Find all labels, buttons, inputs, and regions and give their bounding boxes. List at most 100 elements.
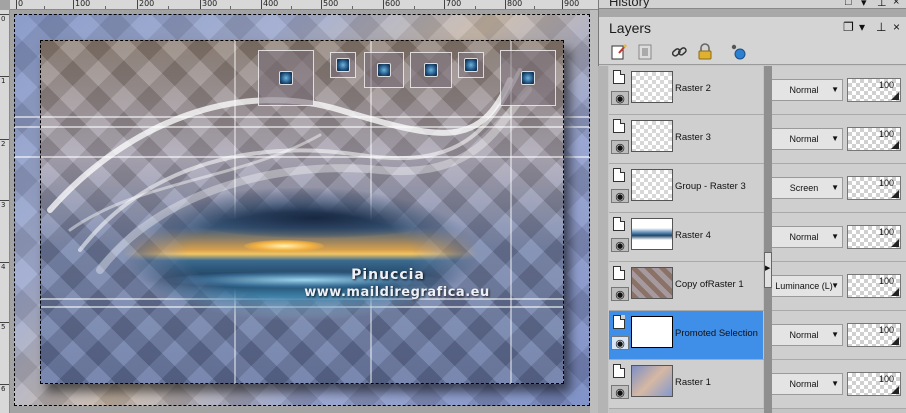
layer-row[interactable]: ◉ Raster 1 Normal ▼ 100 [609,360,906,409]
layer-info[interactable]: ◉ Raster 3 [609,115,763,163]
visibility-eye-icon[interactable]: ◉ [611,336,629,350]
layer-type-icon [613,168,625,182]
ruler-label: 800 [507,0,523,8]
layer-name: Raster 4 [675,230,711,241]
visibility-eye-icon[interactable]: ◉ [611,140,629,154]
ruler-label: 3 [1,201,6,209]
opacity-field[interactable]: 100 [847,323,901,347]
ornament-icon [464,58,478,72]
opacity-field[interactable]: 100 [847,176,901,200]
layer-type-icon [613,364,625,378]
layer-info[interactable]: ◉ Raster 4 [609,213,763,261]
blend-mode-dropdown[interactable]: Luminance (L) ▼ [771,275,843,297]
layers-title: Layers [609,20,652,36]
opacity-field[interactable]: 100 [847,127,901,151]
layers-toolbar [599,39,906,65]
layers-panel: History □ ▾ ⊥ × Layers ❐ ▾ ⊥ × ◉ Raster … [598,0,906,413]
opacity-slider-handle[interactable] [891,92,899,100]
blend-mode-dropdown[interactable]: Normal ▼ [771,324,843,346]
ruler-label: 900 [564,0,580,8]
layer-thumbnail [631,218,673,250]
watermark-name: Pinuccia [351,267,425,283]
opacity-field[interactable]: 100 [847,78,901,102]
visibility-eye-icon[interactable]: ◉ [611,287,629,301]
layer-info[interactable]: ◉ Raster 2 [609,66,763,114]
new-mask-layer-button[interactable] [635,42,655,62]
decor-thumbnail [410,52,452,88]
ruler-label: 5 [1,323,6,331]
close-icon[interactable]: × [893,20,900,34]
opacity-slider-handle[interactable] [891,190,899,198]
layer-type-icon [613,119,625,133]
layer-info[interactable]: ◉ Raster 1 [609,360,763,408]
opacity-slider-handle[interactable] [891,288,899,296]
layer-row[interactable]: ◉ Raster 2 Normal ▼ 100 [609,66,906,115]
canvas-area[interactable]: 0 100 200 300 400 500 600 700 800 900 0 … [0,0,598,413]
opacity-field[interactable]: 100 [847,372,901,396]
layer-info[interactable]: ◉ Copy ofRaster 1 [609,262,763,310]
history-title: History [609,0,650,9]
opacity-slider-handle[interactable] [891,386,899,394]
blend-mode-value: Normal [789,232,819,242]
opacity-field[interactable]: 100 [847,225,901,249]
blend-mode-dropdown[interactable]: Normal ▼ [771,373,843,395]
ruler-label: 500 [323,0,339,8]
link-button[interactable] [669,42,689,62]
opacity-slider-handle[interactable] [891,239,899,247]
layer-row[interactable]: ◉ Group - Raster 3 Screen ▼ 100 [609,164,906,213]
visibility-eye-icon[interactable]: ◉ [611,385,629,399]
blend-mode-dropdown[interactable]: Normal ▼ [771,226,843,248]
layer-properties-button[interactable] [729,42,749,62]
visibility-eye-icon[interactable]: ◉ [611,91,629,105]
canvas-scrollbar[interactable] [590,10,598,413]
lock-button[interactable] [695,42,715,62]
decor-thumbnail [500,50,556,106]
layer-info[interactable]: ◉ Group - Raster 3 [609,164,763,212]
ruler-label: 300 [202,0,218,8]
new-raster-layer-button[interactable] [609,42,629,62]
layer-type-icon [613,70,625,84]
ornament-icon [336,58,350,72]
layer-row[interactable]: ◉ Copy ofRaster 1 Luminance (L) ▼ 100 [609,262,906,311]
layer-info[interactable]: ◉ Promoted Selection [609,311,763,359]
ruler-label: 2 [1,140,6,148]
layer-properties: Normal ▼ 100 [771,213,906,261]
new-raster-layer-icon [611,44,627,60]
close-icon[interactable]: × [893,0,899,8]
menu-arrow-icon[interactable]: ▾ [859,20,865,34]
layer-thumbnail [631,71,673,103]
visibility-eye-icon[interactable]: ◉ [611,238,629,252]
layer-type-icon [613,266,625,280]
ornament-icon [377,63,391,77]
layer-row[interactable]: ◉ Raster 3 Normal ▼ 100 [609,115,906,164]
chevron-down-icon: ▼ [831,134,839,143]
opacity-value: 100 [878,129,894,139]
layer-row[interactable]: ◉ Raster 4 Normal ▼ 100 [609,213,906,262]
link-icon [671,47,687,57]
restore-icon[interactable]: ❐ [843,20,854,34]
pin-icon[interactable]: ⊥ [877,0,887,8]
opacity-slider-handle[interactable] [891,141,899,149]
blend-mode-value: Normal [789,134,819,144]
blend-mode-dropdown[interactable]: Normal ▼ [771,79,843,101]
blend-mode-dropdown[interactable]: Normal ▼ [771,128,843,150]
ruler-label: 1 [1,77,6,85]
opacity-slider-handle[interactable] [891,337,899,345]
restore-icon[interactable]: □ [845,0,852,8]
layer-row-selected[interactable]: ◉ Promoted Selection Normal ▼ 100 [609,311,906,360]
layer-properties-icon [731,44,746,60]
blend-mode-dropdown[interactable]: Screen ▼ [771,177,843,199]
ruler-vertical: 0 1 2 3 4 5 6 [0,10,10,413]
layers-splitter[interactable]: ▶ [764,66,772,413]
history-panel-header[interactable]: History □ ▾ ⊥ × [599,0,906,9]
layers-panel-header[interactable]: Layers ❐ ▾ ⊥ × [599,17,906,39]
layer-name: Group - Raster 3 [675,181,746,192]
layer-properties: Normal ▼ 100 [771,360,906,408]
visibility-eye-icon[interactable]: ◉ [611,189,629,203]
document-image[interactable]: Pinuccia www.maildiregrafica.eu [14,14,590,406]
layer-properties: Screen ▼ 100 [771,164,906,212]
pin-icon[interactable]: ⊥ [876,20,886,34]
menu-arrow-icon[interactable]: ▾ [861,0,867,8]
blend-mode-value: Normal [789,85,819,95]
opacity-field[interactable]: 100 [847,274,901,298]
